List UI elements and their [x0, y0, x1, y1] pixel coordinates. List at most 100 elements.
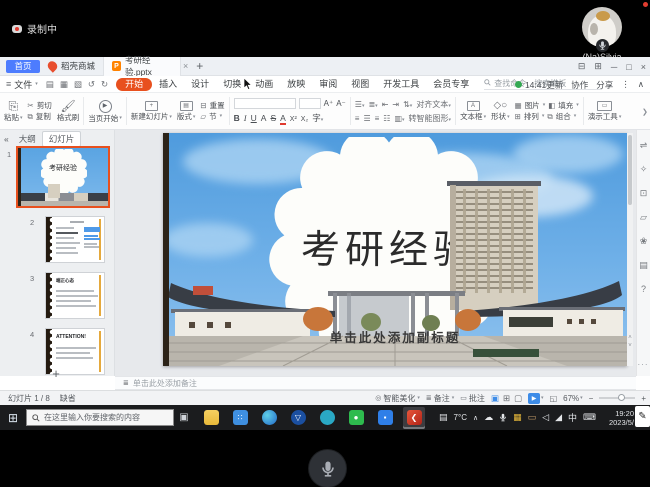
- tab-view[interactable]: 视图: [344, 78, 376, 91]
- slide-sorter-view-icon[interactable]: ⊞: [503, 393, 510, 404]
- volume-muted-icon[interactable]: ◁: [542, 412, 549, 423]
- superscript-button[interactable]: X²: [290, 116, 297, 123]
- chat-app-icon[interactable]: ▪: [374, 407, 396, 429]
- columns-icon[interactable]: ▥▾: [394, 114, 404, 123]
- fill-button[interactable]: ◧填充▾: [548, 102, 579, 110]
- insert-picture-button[interactable]: ▦图片▾: [515, 102, 546, 110]
- layers-icon[interactable]: ⊡: [640, 188, 648, 199]
- slide-thumbnail-2[interactable]: [45, 216, 105, 263]
- notes-bar[interactable]: ≣ 单击此处添加备注: [115, 376, 636, 390]
- tab-member[interactable]: 会员专享: [426, 78, 476, 91]
- file-explorer-icon[interactable]: [200, 407, 222, 429]
- workspace-grid-icon[interactable]: ⊞: [594, 61, 602, 72]
- presentation-tools-button[interactable]: ▭ 演示工具▾: [588, 101, 622, 121]
- file-menu[interactable]: ≡文件▾: [6, 78, 38, 91]
- reset-slide-button[interactable]: ⊟重置: [200, 102, 224, 110]
- ribbon-expander-icon[interactable]: ❯: [642, 93, 650, 130]
- split-view-icon[interactable]: ⊟: [578, 61, 586, 72]
- play-from-current-button[interactable]: ▶ 当页开始▾: [88, 100, 122, 123]
- zoom-in-button[interactable]: +: [641, 394, 646, 403]
- taskbar-search-input[interactable]: 在这里输入你要搜索的内容: [26, 409, 174, 426]
- collaborate-button[interactable]: 协作: [571, 79, 588, 91]
- zoom-level[interactable]: 67%▾: [563, 394, 583, 403]
- tab-animation[interactable]: 动画: [248, 78, 280, 91]
- reading-layout-icon[interactable]: ▤: [639, 260, 648, 271]
- new-document-tab-button[interactable]: +: [196, 59, 203, 73]
- strikethrough-button[interactable]: S: [270, 113, 276, 123]
- scrollbar-thumb[interactable]: [628, 135, 632, 205]
- screenshot-tool-icon[interactable]: ▤: [439, 412, 448, 423]
- page-up-down-icons[interactable]: ˄˅: [625, 334, 635, 350]
- tab-insert[interactable]: 插入: [152, 78, 184, 91]
- increase-font-icon[interactable]: A⁺: [324, 99, 334, 108]
- task-view-icon[interactable]: ▣: [174, 412, 194, 423]
- selection-pane-icon[interactable]: ▱: [640, 212, 647, 223]
- microphone-tray-icon[interactable]: [499, 412, 507, 423]
- new-slide-button[interactable]: + 新建幻灯片▾: [131, 101, 172, 121]
- close-document-tab-icon[interactable]: ×: [183, 61, 188, 71]
- start-button[interactable]: ⊞: [0, 411, 26, 425]
- share-button[interactable]: 分享: [596, 79, 613, 91]
- comments-button[interactable]: ▭批注: [460, 393, 485, 404]
- zoom-out-button[interactable]: −: [589, 394, 594, 403]
- briefcase-tray-icon[interactable]: ▭: [528, 412, 537, 423]
- help-icon[interactable]: ?: [641, 284, 646, 294]
- line-spacing-icon[interactable]: ⇅▾: [403, 100, 412, 109]
- reading-view-icon[interactable]: ▢: [514, 393, 522, 404]
- network-signal-icon[interactable]: ◢: [555, 412, 562, 423]
- sticky-note-icon[interactable]: ✎: [635, 406, 650, 427]
- more-menu-icon[interactable]: ⋮: [621, 79, 630, 90]
- number-list-icon[interactable]: ≣▾: [368, 100, 377, 109]
- close-window-button[interactable]: ×: [641, 62, 646, 72]
- smart-beautify-button[interactable]: ◎智能美化▾: [375, 393, 420, 404]
- collapse-panel-icon[interactable]: «: [4, 134, 9, 144]
- store-app-icon[interactable]: ∷: [229, 407, 251, 429]
- underline-button[interactable]: U: [251, 113, 257, 123]
- tab-review[interactable]: 审阅: [312, 78, 344, 91]
- print-preview-icon[interactable]: ▧: [74, 79, 82, 90]
- justify-icon[interactable]: ☷: [383, 114, 390, 123]
- meeting-mic-button[interactable]: [309, 450, 346, 487]
- wechat-icon[interactable]: ●: [345, 407, 367, 429]
- taskbar-clock[interactable]: 19:20 2023/5/: [609, 409, 634, 427]
- align-text-button[interactable]: 对齐文本▾: [416, 99, 451, 110]
- weather-temperature[interactable]: 7°C: [454, 413, 467, 422]
- italic-button[interactable]: I: [244, 113, 247, 123]
- slideshow-play-button[interactable]: ▶: [528, 393, 540, 404]
- smart-graphic-button[interactable]: 转智能图形▾: [409, 113, 452, 124]
- format-painter-button[interactable]: 🖌格式刷: [57, 100, 80, 122]
- slide-subtitle-placeholder[interactable]: 单击此处添加副标题: [163, 327, 627, 346]
- align-left-icon[interactable]: ≡: [355, 114, 360, 123]
- zoom-slider[interactable]: [599, 397, 635, 399]
- bullet-list-icon[interactable]: ☰▾: [355, 100, 365, 109]
- section-button[interactable]: ▱节▾: [200, 113, 224, 121]
- minimize-button[interactable]: ─: [611, 62, 617, 72]
- touch-keyboard-icon[interactable]: ⌨: [583, 412, 596, 423]
- subscript-button[interactable]: X₂: [301, 116, 308, 123]
- save-icon[interactable]: ▤: [46, 79, 54, 90]
- slide-thumbnail-3[interactable]: 端正心态: [45, 272, 105, 319]
- decrease-indent-icon[interactable]: ⇤: [382, 100, 389, 109]
- hidden-icons-chevron[interactable]: ∧: [473, 414, 478, 422]
- font-family-select[interactable]: [234, 98, 296, 109]
- tab-start[interactable]: 开始: [116, 78, 152, 91]
- smart-beautify-icon[interactable]: ✧: [640, 164, 648, 175]
- browser2-icon[interactable]: [316, 407, 338, 429]
- edge-browser-icon[interactable]: [258, 407, 280, 429]
- align-center-icon[interactable]: ☰: [363, 114, 370, 123]
- slide-layout-button[interactable]: ▤ 版式▾: [177, 101, 196, 121]
- undo-icon[interactable]: ↺: [88, 79, 95, 90]
- notes-toggle-button[interactable]: ≣备注▾: [426, 393, 454, 404]
- design-resources-icon[interactable]: ❀: [640, 236, 648, 247]
- shapes-button[interactable]: ◇○ 形状▾: [491, 101, 510, 121]
- tab-design[interactable]: 设计: [184, 78, 216, 91]
- cut-button[interactable]: ✂剪切: [28, 102, 52, 110]
- tab-slides[interactable]: 幻灯片: [42, 131, 82, 147]
- redo-icon[interactable]: ↻: [101, 79, 108, 90]
- group-button[interactable]: ⧉组合▾: [547, 113, 576, 121]
- cloud-sync-icon[interactable]: ☁: [484, 412, 493, 423]
- color-app-tray-icon[interactable]: ▦: [513, 412, 522, 423]
- clear-format-button[interactable]: A: [261, 113, 267, 123]
- character-effects-button[interactable]: 字▾: [312, 112, 323, 124]
- zoom-slider-knob[interactable]: [618, 394, 625, 401]
